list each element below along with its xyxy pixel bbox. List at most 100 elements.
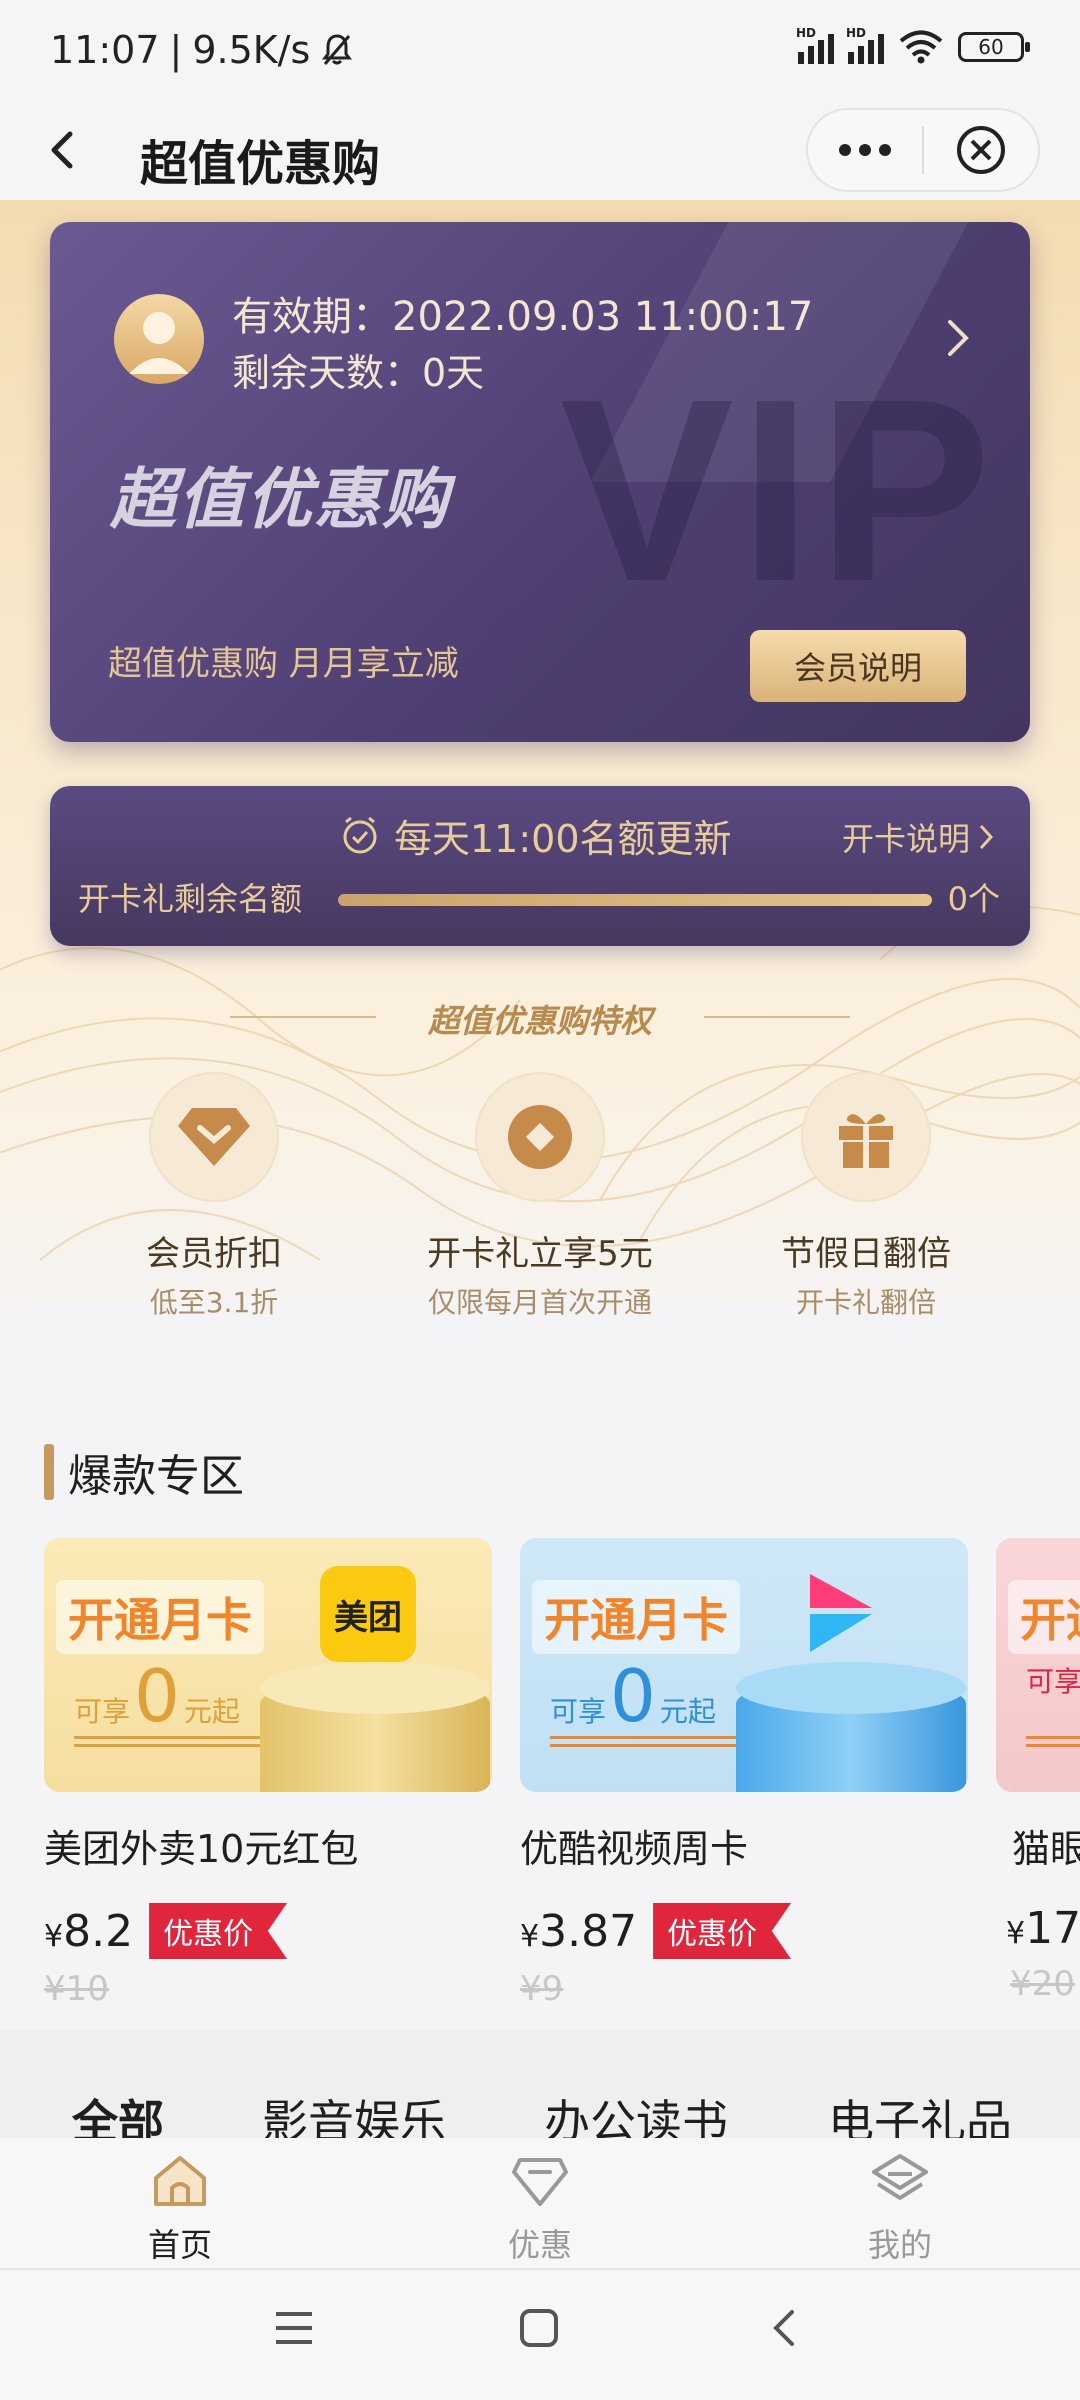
product-card[interactable]: 开通月卡 可享 0 元起 优酷视频周卡 ¥3.87 优惠价 ¥9 [520, 1538, 968, 2009]
price-value: 3.87 [539, 1905, 638, 1957]
coin-icon [508, 1105, 572, 1169]
clock: 11:07 [50, 28, 160, 72]
page-title: 超值优惠购 [140, 136, 381, 192]
underline [1026, 1736, 1080, 1739]
quota-card: 每天11:00名额更新 开卡说明 开卡礼剩余名额 0个 [50, 786, 1030, 946]
privilege-icon-circle [801, 1072, 931, 1202]
price-value: 8.2 [63, 1905, 134, 1957]
menu-icon[interactable] [272, 2308, 316, 2348]
status-icons: HD HD 60 [796, 26, 1030, 64]
mini-program-capsule [806, 108, 1040, 192]
enjoy-suffix: 元起 [183, 1695, 240, 1728]
privilege-sub: 开卡礼翻倍 [795, 1286, 936, 1319]
product-card[interactable]: 开通 可享 猫眼 ¥17 ¥20 [996, 1538, 1080, 2004]
price-row: ¥17 [1006, 1903, 1080, 1954]
enjoy-prefix: 可享 [1026, 1665, 1080, 1698]
product-price: ¥3.87 [520, 1906, 637, 1957]
status-bar: 11:07 | 9.5K/s HD HD 60 [0, 0, 1080, 100]
underline [550, 1744, 746, 1747]
original-price: ¥10 [44, 1969, 109, 2009]
underline [550, 1736, 746, 1739]
privilege-sub: 低至3.1折 [149, 1286, 279, 1319]
close-button[interactable] [924, 108, 1038, 192]
chevron-right-icon[interactable] [942, 314, 974, 362]
product-card[interactable]: 开通月卡 可享 0 元起 美团 美团外卖10元红包 ¥8.2 优惠价 ¥10 [44, 1538, 492, 2009]
underline [74, 1736, 270, 1739]
privileges-title: 超值优惠购特权 [427, 1002, 652, 1040]
user-avatar-icon [129, 312, 189, 374]
system-nav-bar [0, 2270, 1080, 2400]
status-time: 11:07 | 9.5K/s [50, 28, 354, 72]
youku-logo-icon [810, 1574, 872, 1652]
more-icon [839, 144, 891, 156]
signal-icon: HD [846, 26, 884, 64]
privilege-item[interactable]: 节假日翻倍 开卡礼翻倍 [736, 1072, 996, 1321]
tab-label: 优惠 [507, 2226, 572, 2264]
banner-enjoy: 可享 0 元起 [74, 1660, 240, 1732]
privilege-item[interactable]: 会员折扣 低至3.1折 [84, 1072, 344, 1321]
back-arrow-icon [51, 131, 73, 169]
banner-tag: 开通 [1008, 1580, 1080, 1654]
product-name: 优酷视频周卡 [520, 1827, 749, 1871]
diamond-check-icon [178, 1108, 250, 1166]
privilege-item[interactable]: 开卡礼立享5元 仅限每月首次开通 [410, 1072, 670, 1321]
price-row: ¥8.2 优惠价 [44, 1903, 492, 1959]
profile-icon [872, 2154, 928, 2200]
quota-progress-bar [338, 894, 932, 906]
remaining-quota-count: 0个 [947, 880, 1000, 918]
close-circle-icon [956, 126, 1005, 174]
network-speed: 9.5K/s [192, 28, 311, 72]
product-price: ¥17 [1006, 1903, 1080, 1954]
enjoy-prefix: 可享 [74, 1695, 131, 1728]
home-square-icon[interactable] [516, 2308, 560, 2348]
section-accent-bar [44, 1444, 54, 1500]
update-text: 每天11:00名额更新 [394, 817, 732, 861]
original-price: ¥9 [520, 1969, 564, 2009]
signal-icon: HD [796, 26, 834, 64]
product-name: 美团外卖10元红包 [44, 1827, 359, 1871]
more-button[interactable] [808, 108, 922, 192]
privilege-name: 开卡礼立享5元 [427, 1234, 653, 1274]
back-icon[interactable] [764, 2308, 808, 2348]
product-banner: 开通月卡 可享 0 元起 美团 [44, 1538, 492, 1792]
meituan-logo: 美团 [320, 1566, 416, 1662]
update-notice: 每天11:00名额更新 [340, 808, 732, 863]
enjoy-value: 0 [134, 1654, 180, 1738]
hd-label: HD [846, 26, 867, 40]
member-info-button[interactable]: 会员说明 [750, 630, 966, 702]
banner-enjoy: 可享 0 元起 [550, 1660, 716, 1732]
product-price: ¥8.2 [44, 1906, 133, 1957]
tab-discount[interactable]: 优惠 [460, 2150, 620, 2266]
discount-badge: 优惠价 [653, 1903, 792, 1959]
product-name: 猫眼 [1012, 1827, 1080, 1871]
tab-label: 首页 [147, 2226, 212, 2264]
back-button[interactable] [36, 122, 92, 178]
product-banner: 开通 可享 [996, 1538, 1080, 1792]
category-tabs: 全部 影音娱乐 办公读书 电子礼品 [0, 2030, 1080, 2149]
open-card-intro-link[interactable]: 开卡说明 [842, 814, 996, 860]
remaining-days: 剩余天数：0天 [232, 351, 485, 395]
currency: ¥ [520, 1918, 540, 1954]
chevron-right-icon [979, 824, 994, 850]
battery-icon: 60 [958, 32, 1030, 62]
price-value: 17 [1025, 1903, 1080, 1954]
currency: ¥ [44, 1918, 64, 1954]
validity-text: 有效期：2022.09.03 11:00:17 [232, 294, 814, 340]
enjoy-prefix: 可享 [550, 1695, 607, 1728]
avatar [114, 294, 204, 384]
open-card-intro-label: 开卡说明 [841, 820, 970, 858]
original-price: ¥20 [1010, 1964, 1075, 2004]
vip-card[interactable]: VIP 有效期：2022.09.03 11:00:17 剩余天数：0天 超值优惠… [50, 222, 1030, 742]
banner-tag: 开通月卡 [56, 1580, 264, 1654]
card-brand: 超值优惠购 [110, 461, 450, 538]
product-banner: 开通月卡 可享 0 元起 [520, 1538, 968, 1792]
vip-watermark: VIP [560, 346, 998, 636]
privilege-icon-circle [149, 1072, 279, 1202]
tab-profile[interactable]: 我的 [820, 2150, 980, 2266]
underline [1026, 1744, 1080, 1747]
home-icon [154, 2156, 206, 2206]
status-separator: | [169, 28, 183, 72]
divider-line [704, 1016, 850, 1018]
section-title-text: 爆款专区 [68, 1451, 244, 1502]
tab-home[interactable]: 首页 [100, 2150, 260, 2266]
